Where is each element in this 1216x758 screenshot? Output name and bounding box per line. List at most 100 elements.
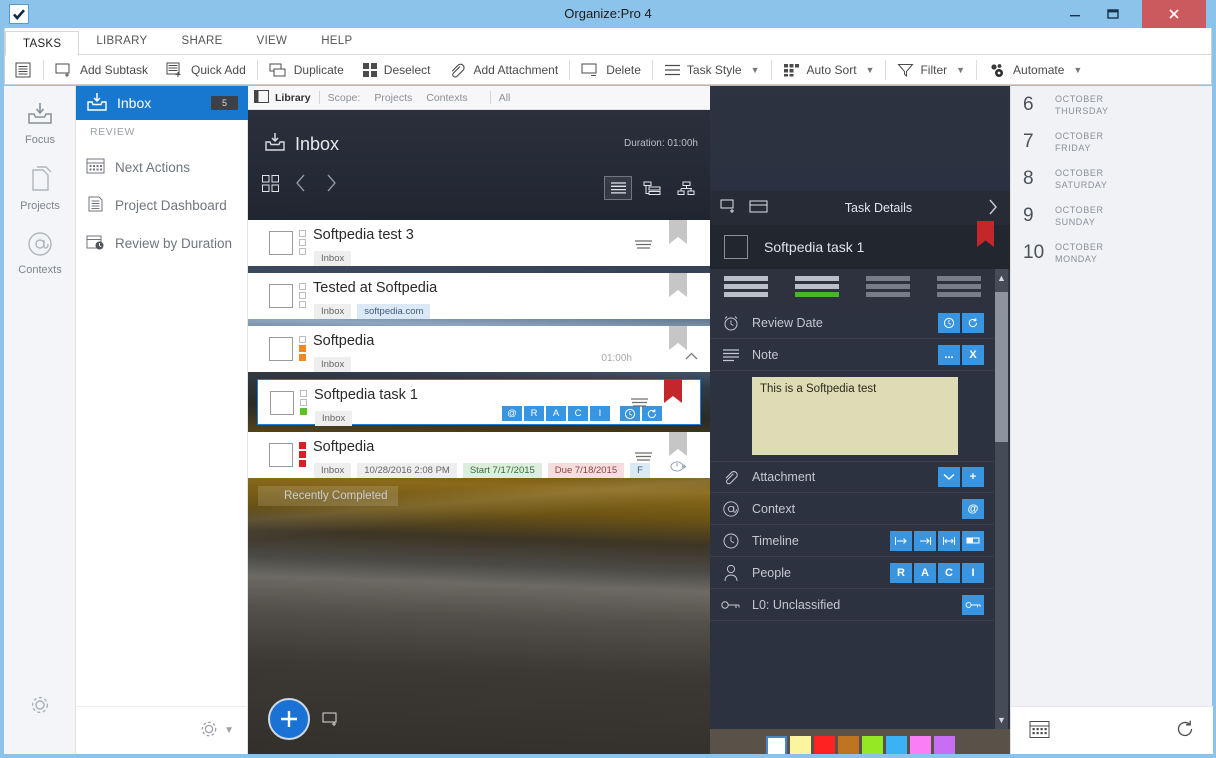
chevron-right-icon[interactable] — [324, 174, 337, 195]
scope-option-projects[interactable]: Projects — [374, 92, 412, 104]
flag-icon[interactable] — [664, 379, 682, 412]
duplicate-button[interactable]: Duplicate — [260, 56, 353, 84]
hamburger-icon[interactable] — [631, 396, 648, 410]
note-textarea[interactable]: This is a Softpedia test — [752, 377, 958, 455]
raci-i-button[interactable]: I — [590, 406, 610, 421]
sidebar-item-inbox[interactable]: Inbox 5 — [76, 86, 248, 120]
task-checkbox[interactable] — [269, 284, 293, 308]
hamburger-icon[interactable] — [635, 238, 652, 252]
quick-add-button[interactable]: Quick Add — [157, 56, 255, 84]
context-at-button[interactable]: @ — [962, 498, 984, 519]
repeat-icon[interactable] — [962, 312, 984, 333]
deselect-button[interactable]: Deselect — [353, 56, 440, 84]
list-item[interactable]: 9 OCTOBER SUNDAY — [1011, 197, 1212, 234]
raci-c-button[interactable]: C — [568, 406, 588, 421]
row-attachment[interactable]: Attachment + — [710, 461, 994, 493]
chevron-down-icon[interactable] — [938, 467, 960, 487]
chevron-up-icon[interactable] — [685, 351, 698, 363]
automate-button[interactable]: Automate ▼ — [979, 56, 1091, 84]
minimize-button[interactable] — [1056, 0, 1094, 28]
delete-button[interactable]: Delete — [572, 56, 650, 84]
swatch-pink[interactable] — [909, 735, 931, 754]
library-icon[interactable] — [254, 89, 269, 106]
split-panel-icon[interactable] — [749, 200, 769, 217]
gear-icon[interactable] — [199, 719, 219, 742]
note-clear-button[interactable]: X — [962, 344, 984, 365]
task-checkbox[interactable] — [269, 443, 293, 467]
maximize-button[interactable] — [1094, 0, 1132, 28]
bars-dim-2[interactable] — [936, 276, 981, 300]
list-view-icon[interactable] — [604, 176, 632, 200]
calendar-icon[interactable] — [1029, 719, 1050, 742]
list-item[interactable]: 6 OCTOBER THURSDAY — [1011, 86, 1212, 123]
refresh-icon[interactable] — [1175, 719, 1195, 742]
clock-icon[interactable] — [938, 312, 960, 333]
add-subtask-icon[interactable] — [322, 711, 341, 731]
key-icon[interactable] — [962, 594, 984, 615]
row-note[interactable]: Note ... X — [710, 339, 994, 371]
details-task-checkbox[interactable] — [724, 235, 748, 259]
add-task-button[interactable] — [268, 698, 310, 740]
flag-icon[interactable] — [669, 273, 687, 306]
rail-item-projects[interactable]: Projects — [4, 166, 76, 212]
span-icon[interactable] — [938, 530, 960, 551]
task-style-button[interactable]: Task Style ▼ — [655, 56, 769, 84]
tab-share[interactable]: SHARE — [164, 28, 239, 55]
people-a-button[interactable]: A — [914, 562, 936, 583]
people-c-button[interactable]: C — [938, 562, 960, 583]
scroll-down-icon[interactable]: ▼ — [995, 711, 1008, 729]
rail-item-focus[interactable]: Focus — [4, 100, 76, 146]
swatch-yellow[interactable] — [789, 735, 811, 754]
list-item[interactable]: 10 OCTOBER MONDAY — [1011, 234, 1212, 271]
table-row[interactable]: Softpedia Inbox 10/28/2016 2:08 PM Start… — [248, 432, 710, 478]
hamburger-icon[interactable] — [635, 450, 652, 464]
swatch-purple[interactable] — [933, 735, 955, 754]
scope-option-all[interactable]: All — [499, 92, 511, 104]
tab-library[interactable]: LIBRARY — [79, 28, 164, 55]
details-task-row[interactable]: Softpedia task 1 — [710, 221, 1010, 269]
tab-tasks[interactable]: TASKS — [5, 31, 80, 56]
flag-icon[interactable] — [669, 220, 687, 253]
auto-sort-button[interactable]: Auto Sort ▼ — [774, 56, 884, 84]
add-subtask-button[interactable]: Add Subtask — [46, 56, 157, 84]
row-timeline[interactable]: Timeline — [710, 525, 994, 557]
filter-button[interactable]: Filter ▼ — [888, 56, 974, 84]
row-classification[interactable]: L0: Unclassified — [710, 589, 994, 621]
raci-at-button[interactable]: @ — [502, 406, 522, 421]
swatch-green[interactable] — [861, 735, 883, 754]
task-checkbox[interactable] — [270, 391, 294, 415]
settings-button[interactable] — [4, 694, 76, 719]
swatch-brown[interactable] — [837, 735, 859, 754]
swatch-blue[interactable] — [885, 735, 907, 754]
table-row[interactable]: Softpedia test 3 Inbox — [248, 220, 710, 266]
recently-completed-label[interactable]: Recently Completed — [258, 486, 398, 506]
tree-view-icon[interactable] — [672, 176, 700, 200]
add-attachment-button[interactable]: Add Attachment — [439, 56, 567, 84]
details-scrollbar-thumb[interactable] — [995, 292, 1008, 442]
task-checkbox[interactable] — [269, 337, 293, 361]
raci-a-button[interactable]: A — [546, 406, 566, 421]
block-icon[interactable] — [962, 530, 984, 551]
bars-dim-1[interactable] — [865, 276, 910, 300]
flag-icon[interactable] — [977, 221, 994, 256]
add-panel-icon[interactable] — [720, 199, 739, 218]
task-checkbox[interactable] — [269, 231, 293, 255]
outline-view-icon[interactable] — [638, 176, 666, 200]
chevron-down-icon[interactable]: ▼ — [224, 725, 234, 736]
list-view-button[interactable] — [5, 56, 41, 84]
row-people[interactable]: People R A C I — [710, 557, 994, 589]
sidebar-item-next-actions[interactable]: Next Actions — [76, 148, 248, 186]
note-more-button[interactable]: ... — [938, 344, 960, 365]
time-arrow-icon[interactable] — [670, 460, 687, 476]
raci-r-button[interactable]: R — [524, 406, 544, 421]
start-icon[interactable] — [890, 530, 912, 551]
scroll-up-icon[interactable]: ▲ — [995, 269, 1008, 287]
table-row[interactable]: Tested at Softpedia Inbox softpedia.com — [248, 273, 710, 319]
tab-view[interactable]: VIEW — [240, 28, 305, 55]
tab-help[interactable]: HELP — [304, 28, 369, 55]
close-button[interactable] — [1142, 0, 1206, 28]
list-item[interactable]: 8 OCTOBER SATURDAY — [1011, 160, 1212, 197]
bars-plain[interactable] — [723, 276, 768, 300]
table-row[interactable]: Softpedia Inbox 01:00h — [248, 326, 710, 372]
sidebar-item-review-by-duration[interactable]: Review by Duration — [76, 224, 248, 262]
